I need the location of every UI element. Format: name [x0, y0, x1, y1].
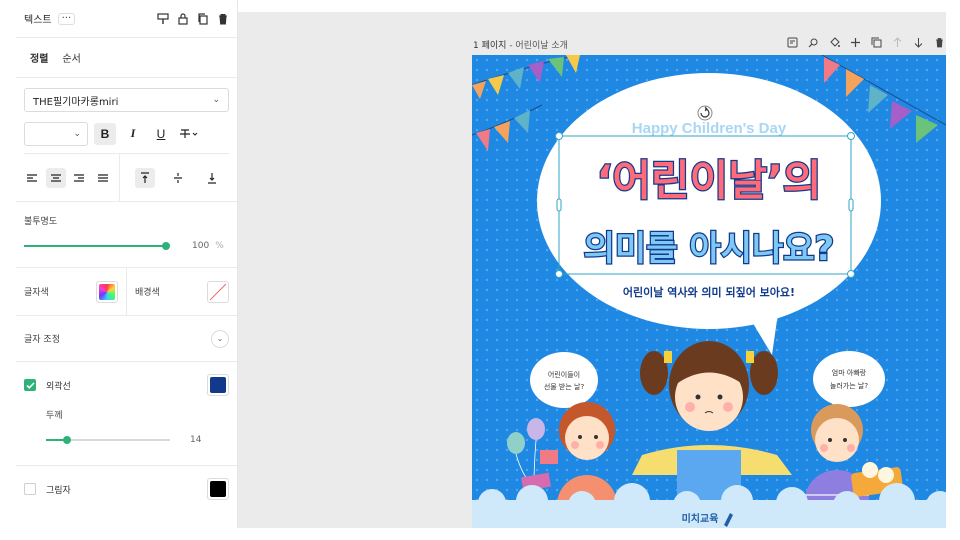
magic-icon[interactable]	[807, 36, 819, 48]
move-down-icon[interactable]	[912, 36, 924, 48]
opacity-value: 100	[192, 241, 210, 251]
text-color-swatch[interactable]	[96, 280, 118, 303]
text-adjust-label: 글자 조정	[24, 335, 60, 345]
left-bubble-line2: 선물 받는 날?	[544, 382, 585, 391]
page-toolbar	[786, 36, 945, 48]
align-justify-button[interactable]	[93, 168, 113, 188]
tab-align[interactable]: 정렬	[30, 50, 48, 65]
copy-icon[interactable]	[197, 12, 209, 25]
thickness-slider[interactable]	[46, 436, 170, 444]
delete-page-icon[interactable]	[933, 36, 945, 48]
color-wheel-icon	[99, 283, 115, 300]
align-left-button[interactable]	[22, 168, 42, 188]
align-right-button[interactable]	[69, 168, 89, 188]
poster-subtitle: 어린이날 역사와 의미 되짚어 보아요!	[623, 285, 795, 299]
chevron-down-icon: ⌄	[212, 95, 220, 105]
title-line-1: ‘어린이날’의	[596, 156, 821, 205]
chevron-down-icon: ⌄	[73, 128, 81, 139]
text-color-label: 글자색	[24, 288, 49, 298]
shadow-color-swatch[interactable]	[207, 478, 229, 500]
vertical-align-top-button[interactable]	[134, 167, 155, 188]
shadow-checkbox[interactable]	[24, 483, 36, 495]
page-name[interactable]: - 어린이날 소개	[509, 41, 568, 51]
shadow-row: 그림자	[16, 466, 237, 512]
move-up-icon[interactable]	[891, 36, 903, 48]
title-line-2: 의미를 아시나요?	[584, 229, 835, 269]
text-adjust-row[interactable]: 글자 조정 ⌄	[16, 316, 237, 362]
opacity-label: 불투명도	[24, 217, 58, 227]
outline-checkbox[interactable]	[24, 379, 36, 391]
poster-top-text: Happy Children's Day	[632, 120, 787, 137]
add-page-icon[interactable]	[849, 36, 861, 48]
outline-label: 외곽선	[46, 381, 71, 392]
left-bubble-line1: 어린이들이	[548, 370, 580, 379]
thickness-value: 14	[190, 435, 202, 445]
vertical-align-middle-button[interactable]	[168, 168, 188, 188]
underline-button[interactable]: U	[150, 123, 172, 145]
page-label: 1 페이지 - 어린이날 소개	[473, 38, 568, 51]
opacity-unit: %	[215, 241, 224, 251]
background-color-swatch[interactable]	[207, 280, 229, 303]
duplicate-page-icon[interactable]	[870, 36, 882, 48]
paint-format-icon[interactable]	[157, 12, 169, 25]
right-bubble-line2: 놀러가는 날?	[830, 381, 868, 390]
memo-icon[interactable]	[786, 36, 798, 48]
thickness-slider-handle[interactable]	[63, 436, 71, 444]
opacity-section: 불투명도 100 %	[16, 202, 237, 268]
outline-section: 외곽선 두께 14	[16, 362, 237, 466]
font-size-select[interactable]: ⌄	[24, 121, 88, 146]
strikethrough-menu-button[interactable]	[178, 123, 200, 145]
no-color-icon	[209, 283, 227, 300]
font-family-select[interactable]: THE필기마카롱miri ⌄	[24, 88, 229, 112]
trash-icon[interactable]	[217, 13, 229, 25]
opacity-slider-handle[interactable]	[162, 242, 170, 250]
color-row: 글자색 배경색	[16, 268, 237, 316]
panel-title: 텍스트	[24, 15, 52, 26]
background-color-label: 배경색	[135, 288, 160, 298]
text-style-row: ⌄ B I U	[24, 120, 229, 154]
poster-brand: 미치교육	[682, 512, 719, 525]
alignment-row	[16, 154, 237, 202]
page-number: 1 페이지	[473, 41, 507, 51]
checkmark-icon	[25, 381, 35, 389]
editor-root: 텍스트 ··· 정렬 순서 THE필기마카롱miri ⌄ ⌄ B I U 불투명…	[0, 0, 960, 540]
paint-bucket-icon[interactable]	[828, 36, 840, 48]
design-canvas[interactable]: Happy Children's Day ‘어린이날’의 의미를 아시나요? 어…	[472, 55, 946, 528]
thickness-label: 두께	[46, 411, 63, 421]
outline-color-fill	[210, 377, 226, 393]
panel-tabs: 정렬 순서	[16, 38, 237, 78]
chevron-down-icon[interactable]: ⌄	[211, 329, 229, 348]
italic-button[interactable]: I	[122, 123, 144, 145]
shadow-label: 그림자	[46, 485, 71, 496]
rotate-handle-icon	[697, 105, 713, 121]
vertical-align-bottom-button[interactable]	[202, 168, 222, 188]
right-bubble-line1: 엄마 아빠랑	[832, 368, 867, 377]
tab-order[interactable]: 순서	[62, 50, 80, 65]
outline-color-swatch[interactable]	[207, 374, 229, 396]
panel-header: 텍스트 ···	[16, 0, 237, 38]
properties-panel: 텍스트 ··· 정렬 순서 THE필기마카롱miri ⌄ ⌄ B I U 불투명…	[16, 0, 238, 528]
align-center-button[interactable]	[45, 167, 66, 188]
lock-icon[interactable]	[177, 12, 189, 25]
more-options-button[interactable]: ···	[57, 12, 76, 25]
font-family-value: THE필기마카롱miri	[33, 96, 119, 108]
bold-button[interactable]: B	[94, 122, 116, 145]
shadow-color-fill	[210, 481, 226, 497]
opacity-slider[interactable]	[24, 242, 170, 250]
